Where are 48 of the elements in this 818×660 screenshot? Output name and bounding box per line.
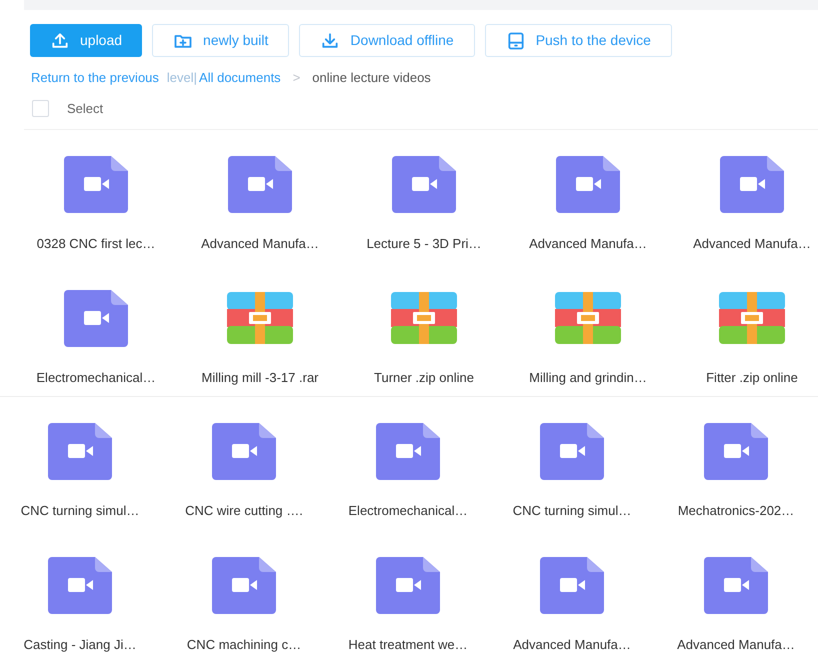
video-file-icon bbox=[228, 156, 292, 212]
video-file-icon bbox=[720, 156, 784, 212]
video-file-icon bbox=[704, 556, 768, 614]
download-icon bbox=[320, 30, 340, 50]
file-name[interactable]: Casting - Jiang Ji… bbox=[24, 634, 136, 654]
video-file-icon bbox=[540, 556, 604, 614]
breadcrumb-text: level| bbox=[166, 69, 198, 88]
file-name[interactable]: Advanced Manufa… bbox=[201, 234, 319, 253]
video-file-icon bbox=[556, 156, 620, 212]
breadcrumb-separator: > bbox=[292, 69, 300, 88]
select-label: Select bbox=[67, 100, 104, 118]
file-name[interactable]: CNC wire cutting …. bbox=[185, 500, 303, 520]
video-file-icon bbox=[64, 156, 128, 212]
upload-icon bbox=[50, 30, 70, 50]
file-name[interactable]: Advanced Manufa… bbox=[693, 234, 811, 253]
file-name[interactable]: Advanced Manufa… bbox=[529, 234, 647, 253]
file-name[interactable]: Electromechanical… bbox=[348, 500, 468, 520]
file-name[interactable]: Lecture 5 - 3D Pri… bbox=[366, 234, 482, 253]
video-file-icon bbox=[540, 422, 604, 480]
file-name[interactable]: CNC machining c… bbox=[186, 634, 302, 654]
file-name[interactable]: Advanced Manufa… bbox=[677, 634, 795, 654]
archive-file-icon bbox=[391, 292, 457, 344]
select-checkbox[interactable] bbox=[32, 100, 49, 118]
archive-file-icon bbox=[227, 292, 293, 344]
video-file-icon bbox=[212, 422, 276, 480]
breadcrumb-current: online lecture videos bbox=[312, 69, 431, 88]
file-name[interactable]: CNC turning simul… bbox=[512, 500, 632, 520]
device-icon bbox=[506, 30, 526, 50]
file-name[interactable]: Mechatronics-202… bbox=[678, 500, 794, 520]
file-name[interactable]: Heat treatment we… bbox=[348, 634, 468, 654]
video-file-icon bbox=[704, 422, 768, 480]
video-file-icon bbox=[376, 422, 440, 480]
video-file-icon bbox=[48, 556, 112, 614]
archive-file-icon bbox=[719, 292, 785, 344]
video-file-icon bbox=[64, 290, 128, 346]
file-name[interactable]: Electromechanical… bbox=[36, 368, 156, 387]
file-name[interactable]: Milling and grindin… bbox=[529, 368, 647, 387]
video-file-icon bbox=[48, 422, 112, 480]
file-name[interactable]: 0328 CNC first lec… bbox=[36, 234, 156, 253]
archive-file-icon bbox=[555, 292, 621, 344]
video-file-icon bbox=[376, 556, 440, 614]
video-file-icon bbox=[392, 156, 456, 212]
file-name[interactable]: Turner .zip online bbox=[374, 368, 474, 387]
file-name[interactable]: CNC turning simul… bbox=[20, 500, 140, 520]
file-name[interactable]: Milling mill -3-17 .rar bbox=[201, 368, 319, 387]
file-name[interactable]: Advanced Manufa… bbox=[513, 634, 631, 654]
video-file-icon bbox=[212, 556, 276, 614]
file-name[interactable]: Fitter .zip online bbox=[706, 368, 798, 387]
